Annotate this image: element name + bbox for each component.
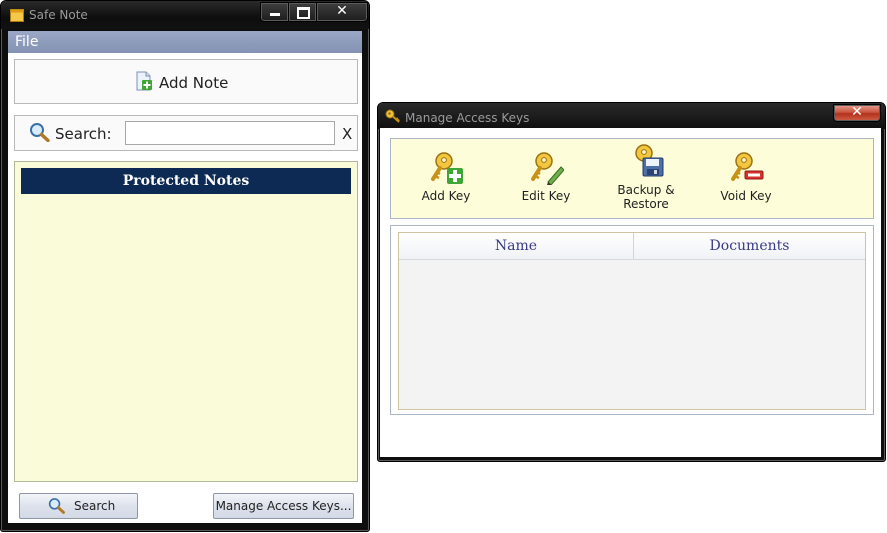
minimize-button[interactable] [260,2,289,22]
keys-title-bar[interactable]: Manage Access Keys ✕ [378,103,885,129]
backup-label-line2: Restore [623,197,669,211]
protected-notes-header: Protected Notes [21,168,351,194]
keys-client-area: Add Key Edit Key Backup & Restore Void K… [380,128,881,457]
main-client-area: File Add Note Search: X Protected Notes … [8,31,362,523]
search-bar: Search: X [14,115,358,151]
minimize-icon [270,13,280,16]
search-button[interactable]: Search [19,493,138,519]
key-plus-icon [430,151,464,188]
clear-search-button[interactable]: X [342,125,352,143]
column-documents-header[interactable]: Documents [634,233,865,259]
title-bar[interactable]: Safe Note ✕ [1,1,369,29]
close-button[interactable]: ✕ [316,2,368,22]
keys-close-button[interactable]: ✕ [833,104,881,122]
void-key-button[interactable]: Void Key [706,141,786,215]
safe-note-window: Safe Note ✕ File Add Note Search: X Prot… [0,0,370,532]
menu-bar: File [8,31,362,53]
access-keys-grid-container: Name Documents [390,225,874,415]
maximize-button[interactable] [288,2,317,22]
key-icon [385,109,401,126]
backup-restore-label: Backup & Restore [606,183,686,211]
edit-key-label: Edit Key [521,189,571,203]
column-name-header[interactable]: Name [399,233,633,259]
keys-toolbar: Add Key Edit Key Backup & Restore Void K… [390,138,874,219]
magnifier-icon [29,122,51,145]
menu-file[interactable]: File [15,34,38,50]
search-input[interactable] [125,121,335,145]
backup-restore-button[interactable]: Backup & Restore [606,141,686,215]
backup-label-line1: Backup & [617,183,675,197]
document-add-icon [135,71,153,94]
edit-key-button[interactable]: Edit Key [506,141,586,215]
void-key-label: Void Key [720,189,772,203]
key-disk-icon [630,143,664,180]
add-note-label: Add Note [159,73,229,92]
key-minus-icon [730,151,764,188]
add-key-label: Add Key [421,189,471,203]
close-icon: ✕ [336,3,348,19]
manage-access-keys-label: Manage Access Keys... [215,499,352,513]
grid-header: Name Documents [399,233,865,260]
keys-window-title: Manage Access Keys [405,111,530,125]
protected-notes-list[interactable]: Protected Notes [14,161,358,482]
add-note-button[interactable]: Add Note [14,59,358,104]
magnifier-icon [48,497,66,522]
close-icon: ✕ [851,104,863,120]
add-key-button[interactable]: Add Key [406,141,486,215]
access-keys-grid[interactable]: Name Documents [398,232,866,410]
manage-access-keys-button[interactable]: Manage Access Keys... [213,493,354,519]
search-button-label: Search [74,499,116,513]
search-label: Search: [55,125,112,143]
maximize-icon [297,7,310,19]
manage-access-keys-window: Manage Access Keys ✕ Add Key Edit Key Ba… [377,102,886,462]
note-icon [10,9,24,25]
window-title: Safe Note [29,8,88,22]
key-pencil-icon [530,151,565,188]
